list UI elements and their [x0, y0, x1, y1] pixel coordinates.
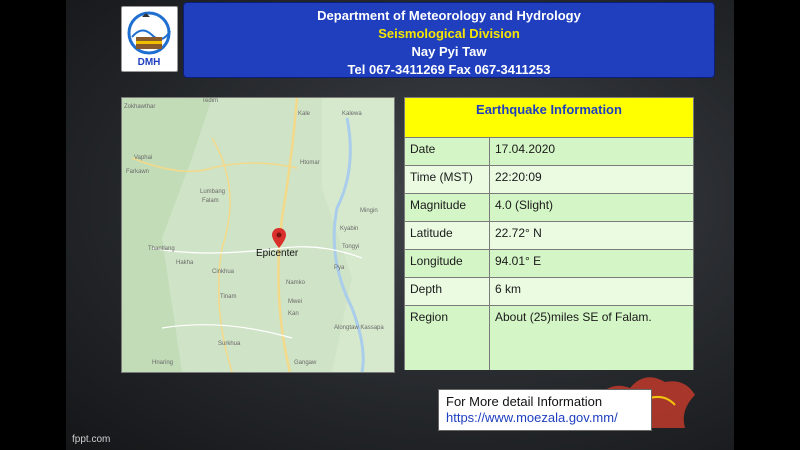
- map-place-label: Namko: [286, 280, 306, 286]
- map-place-label: Alongtaw Kassapa: [334, 325, 384, 331]
- header-location: Nay Pyi Taw: [411, 44, 487, 59]
- footer-watermark: fppt.com: [72, 434, 111, 445]
- earthquake-info-table: Earthquake Information Date 17.04.2020 T…: [404, 97, 694, 370]
- info-value: 94.01° E: [495, 254, 542, 268]
- info-label: Latitude: [405, 222, 490, 249]
- map-place-label: Tongyi: [342, 244, 360, 250]
- info-row-time: Time (MST) 22:20:09: [405, 166, 693, 194]
- info-value: 17.04.2020: [495, 142, 556, 156]
- info-row-date: Date 17.04.2020: [405, 138, 693, 166]
- header-contact: Tel 067-3411269 Fax 067-3411253: [347, 62, 551, 77]
- dmh-logo: DMH: [121, 6, 178, 72]
- map-place-label: Kalewa: [342, 111, 362, 117]
- more-info-text: For More detail Information: [446, 394, 603, 409]
- info-value: 22.72° N: [495, 226, 542, 240]
- map-place-label: Lumbang: [200, 189, 226, 195]
- logo-emblem-icon: DMH: [127, 11, 171, 68]
- map-place-label: Pya: [334, 265, 345, 271]
- info-rows: Date 17.04.2020 Time (MST) 22:20:09 Magn…: [405, 138, 693, 370]
- map-place-label: Htomar: [300, 160, 320, 166]
- map-place-label: Farkawn: [126, 169, 150, 175]
- map-place-label: Surkhua: [218, 341, 241, 347]
- map-place-label: Gangaw: [294, 360, 317, 366]
- info-row-latitude: Latitude 22.72° N: [405, 222, 693, 250]
- info-label: Depth: [405, 278, 490, 305]
- epicenter-label: Epicenter: [256, 248, 299, 259]
- map-place-label: Kyabin: [340, 226, 359, 232]
- info-value: 4.0 (Slight): [495, 198, 554, 212]
- svg-text:DMH: DMH: [138, 57, 161, 68]
- info-label: Longitude: [405, 250, 490, 277]
- map-place-label: Hakha: [176, 260, 194, 266]
- header-division: Seismological Division: [378, 26, 520, 41]
- info-table-title: Earthquake Information: [405, 98, 693, 138]
- map-place-label: Kale: [298, 111, 311, 117]
- info-label: Magnitude: [405, 194, 490, 221]
- map-place-label: Vaphai: [134, 155, 153, 161]
- info-value: 6 km: [495, 282, 522, 296]
- info-label: Region: [405, 306, 490, 370]
- map-place-label: Kan: [288, 311, 299, 317]
- info-row-longitude: Longitude 94.01° E: [405, 250, 693, 278]
- map-place-label: Hnaring: [152, 360, 174, 366]
- map-place-label: Tinam: [220, 294, 237, 300]
- map-place-label: Thantlang: [148, 246, 175, 252]
- map-place-label: Mwei: [288, 299, 303, 305]
- map-place-label: Falam: [202, 198, 219, 204]
- map-place-label: Zokhawthar: [124, 104, 156, 110]
- info-label: Date: [405, 138, 490, 165]
- more-info-box: For More detail Information https://www.…: [438, 389, 652, 431]
- more-info-link[interactable]: https://www.moezala.gov.mm/: [446, 410, 644, 426]
- map-place-label: Tedim: [202, 98, 219, 104]
- header-banner: Department of Meteorology and Hydrology …: [183, 2, 715, 78]
- map-place-label: Mingin: [360, 208, 378, 214]
- header-department: Department of Meteorology and Hydrology: [317, 8, 581, 23]
- info-value: 22:20:09: [495, 170, 542, 184]
- epicenter-map[interactable]: Zokhawthar Tedim Kale Kalewa Vaphai Htom…: [121, 97, 395, 373]
- map-place-label: Cinkhua: [212, 269, 235, 275]
- info-row-magnitude: Magnitude 4.0 (Slight): [405, 194, 693, 222]
- info-label: Time (MST): [405, 166, 490, 193]
- epicenter-marker-icon[interactable]: [272, 228, 286, 248]
- info-row-depth: Depth 6 km: [405, 278, 693, 306]
